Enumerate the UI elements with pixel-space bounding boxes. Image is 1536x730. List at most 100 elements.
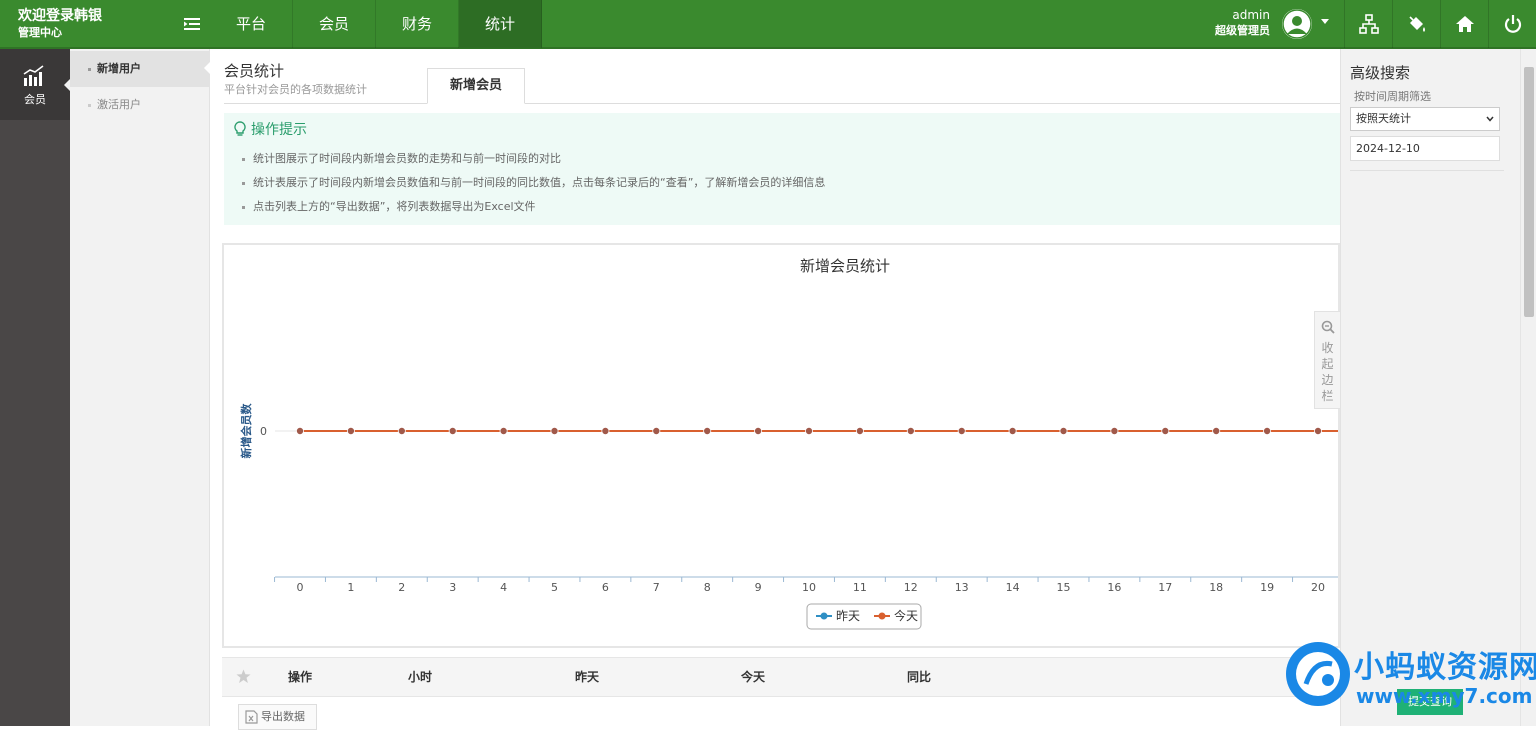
data-point xyxy=(550,426,559,435)
user-info[interactable]: admin 超级管理员 xyxy=(1200,7,1270,39)
period-select[interactable]: 按照天统计 xyxy=(1350,107,1500,131)
x-tick-label: 4 xyxy=(500,581,507,594)
subnav-item-new-users[interactable]: 新增用户 xyxy=(70,51,210,87)
user-role: 超级管理员 xyxy=(1215,24,1270,37)
page-title: 会员统计 xyxy=(224,62,285,80)
x-tick-label: 9 xyxy=(755,581,762,594)
top-nav: 平台 会员 财务 统计 xyxy=(210,0,543,48)
export-data-button[interactable]: 导出数据 xyxy=(238,704,317,730)
x-tick-label: 8 xyxy=(704,581,711,594)
data-point xyxy=(754,426,763,435)
column-header-yesterday: 昨天 xyxy=(575,670,600,684)
data-point xyxy=(1059,426,1068,435)
user-dropdown-icon[interactable] xyxy=(1321,19,1329,24)
home-icon[interactable] xyxy=(1440,0,1488,48)
data-point xyxy=(1008,426,1017,435)
excel-file-icon xyxy=(245,710,258,724)
y-tick-label: 0 xyxy=(260,425,267,438)
collapse-sidebar-button[interactable]: 收起边栏 xyxy=(1314,311,1340,409)
tab-new-members[interactable]: 新增会员 xyxy=(427,68,525,104)
menu-toggle-icon[interactable] xyxy=(184,16,202,32)
x-tick-label: 14 xyxy=(1006,581,1020,594)
bullet-icon xyxy=(88,103,91,107)
legend-label: 昨天 xyxy=(836,609,860,623)
subnav-item-active-users[interactable]: 激活用户 xyxy=(70,87,210,123)
nav-item-statistics[interactable]: 统计 xyxy=(459,0,543,48)
page-subtitle: 平台针对会员的各项数据统计 xyxy=(224,83,367,96)
avatar[interactable] xyxy=(1282,9,1312,39)
column-header-hour: 小时 xyxy=(408,670,433,684)
x-tick-label: 5 xyxy=(551,581,558,594)
user-name: admin xyxy=(1232,8,1270,22)
x-tick-label: 12 xyxy=(904,581,918,594)
brand[interactable]: 欢迎登录韩银 管理中心 xyxy=(18,8,102,40)
tips-heading: 操作提示 xyxy=(234,119,307,139)
filter-label: 按时间周期筛选 xyxy=(1354,90,1431,103)
column-header-today: 今天 xyxy=(741,670,766,684)
tip-text: 统计表展示了时间段内新增会员数值和与前一时间段的同比数值，点击每条记录后的“查看… xyxy=(253,176,826,189)
tip-text: 点击列表上方的“导出数据”，将列表数据导出为Excel文件 xyxy=(253,200,536,213)
sidebar-item-member[interactable]: 会员 xyxy=(0,49,70,120)
subnav-label: 新增用户 xyxy=(97,62,141,75)
tips-panel: 操作提示 统计图展示了时间段内新增会员数的走势和与前一时间段的对比 统计表展示了… xyxy=(224,113,1340,225)
data-point xyxy=(1314,426,1323,435)
subnav-label: 激活用户 xyxy=(97,98,141,111)
chart-title: 新增会员统计 xyxy=(800,257,890,275)
sitemap-icon[interactable] xyxy=(1344,0,1392,48)
watermark: 小蚂蚁资源网 www.xmy7.com xyxy=(1282,638,1536,726)
paint-bucket-icon[interactable] xyxy=(1392,0,1440,48)
data-point xyxy=(855,426,864,435)
top-bar: 欢迎登录韩银 管理中心 平台 会员 财务 统计 admin 超级管理员 xyxy=(0,0,1536,49)
left-sidebar: 会员 xyxy=(0,49,70,726)
lightbulb-icon xyxy=(234,121,246,136)
bullet-icon xyxy=(88,67,91,71)
x-tick-label: 6 xyxy=(602,581,609,594)
data-point xyxy=(906,426,915,435)
collapse-sidebar-label: 收起边栏 xyxy=(1321,341,1334,403)
x-tick-label: 1 xyxy=(347,581,354,594)
panel-divider xyxy=(1350,170,1504,171)
line-chart: 新增会员统计新增会员数 00 1 2 3 4 5 6 7 8 9 10 11 12 13 14 15 16 17 18… xyxy=(239,257,1338,630)
page-scrollbar[interactable] xyxy=(1520,49,1536,726)
data-point xyxy=(805,426,814,435)
zoom-out-icon xyxy=(1321,320,1335,334)
scrollbar-thumb[interactable] xyxy=(1524,67,1534,317)
date-input[interactable]: 2024-12-10 xyxy=(1350,136,1500,161)
x-tick-label: 3 xyxy=(449,581,456,594)
export-data-label: 导出数据 xyxy=(261,710,305,723)
data-point xyxy=(703,426,712,435)
brand-title: 欢迎登录韩银 xyxy=(18,8,102,24)
tip-line: 统计表展示了时间段内新增会员数值和与前一时间段的同比数值，点击每条记录后的“查看… xyxy=(242,174,825,190)
legend-marker xyxy=(820,612,828,620)
x-tick-label: 10 xyxy=(802,581,816,594)
data-point xyxy=(296,426,305,435)
data-point xyxy=(448,426,457,435)
x-tick-label: 20 xyxy=(1311,581,1325,594)
top-icons xyxy=(1344,0,1536,48)
data-point xyxy=(957,426,966,435)
column-header-yoy: 同比 xyxy=(907,670,932,684)
x-tick-label: 13 xyxy=(955,581,969,594)
star-icon[interactable] xyxy=(236,669,251,684)
bar-chart-icon xyxy=(23,65,44,86)
x-tick-label: 15 xyxy=(1057,581,1071,594)
brand-subtitle: 管理中心 xyxy=(18,26,62,39)
data-point xyxy=(346,426,355,435)
chart-container: 新增会员统计 新增会员数 0 0 1 2 3 4 5 6 7 8 9 10 11 12 13 14 15 16 17 18… xyxy=(222,243,1340,648)
legend-label: 今天 xyxy=(894,608,918,623)
tab-divider xyxy=(224,103,1340,104)
nav-item-member[interactable]: 会员 xyxy=(293,0,377,48)
tips-heading-text: 操作提示 xyxy=(251,122,307,138)
advanced-search-title: 高级搜索 xyxy=(1350,64,1411,82)
legend-marker xyxy=(878,612,886,620)
x-tick-label: 7 xyxy=(653,581,660,594)
x-tick-label: 16 xyxy=(1107,581,1121,594)
x-tick-label: 0 xyxy=(297,581,304,594)
nav-item-platform[interactable]: 平台 xyxy=(210,0,294,48)
power-icon[interactable] xyxy=(1488,0,1536,48)
watermark-title: 小蚂蚁资源网 xyxy=(1354,650,1536,685)
x-tick-label: 2 xyxy=(398,581,405,594)
data-point xyxy=(397,426,406,435)
nav-item-finance[interactable]: 财务 xyxy=(376,0,460,48)
x-tick-label: 17 xyxy=(1158,581,1172,594)
